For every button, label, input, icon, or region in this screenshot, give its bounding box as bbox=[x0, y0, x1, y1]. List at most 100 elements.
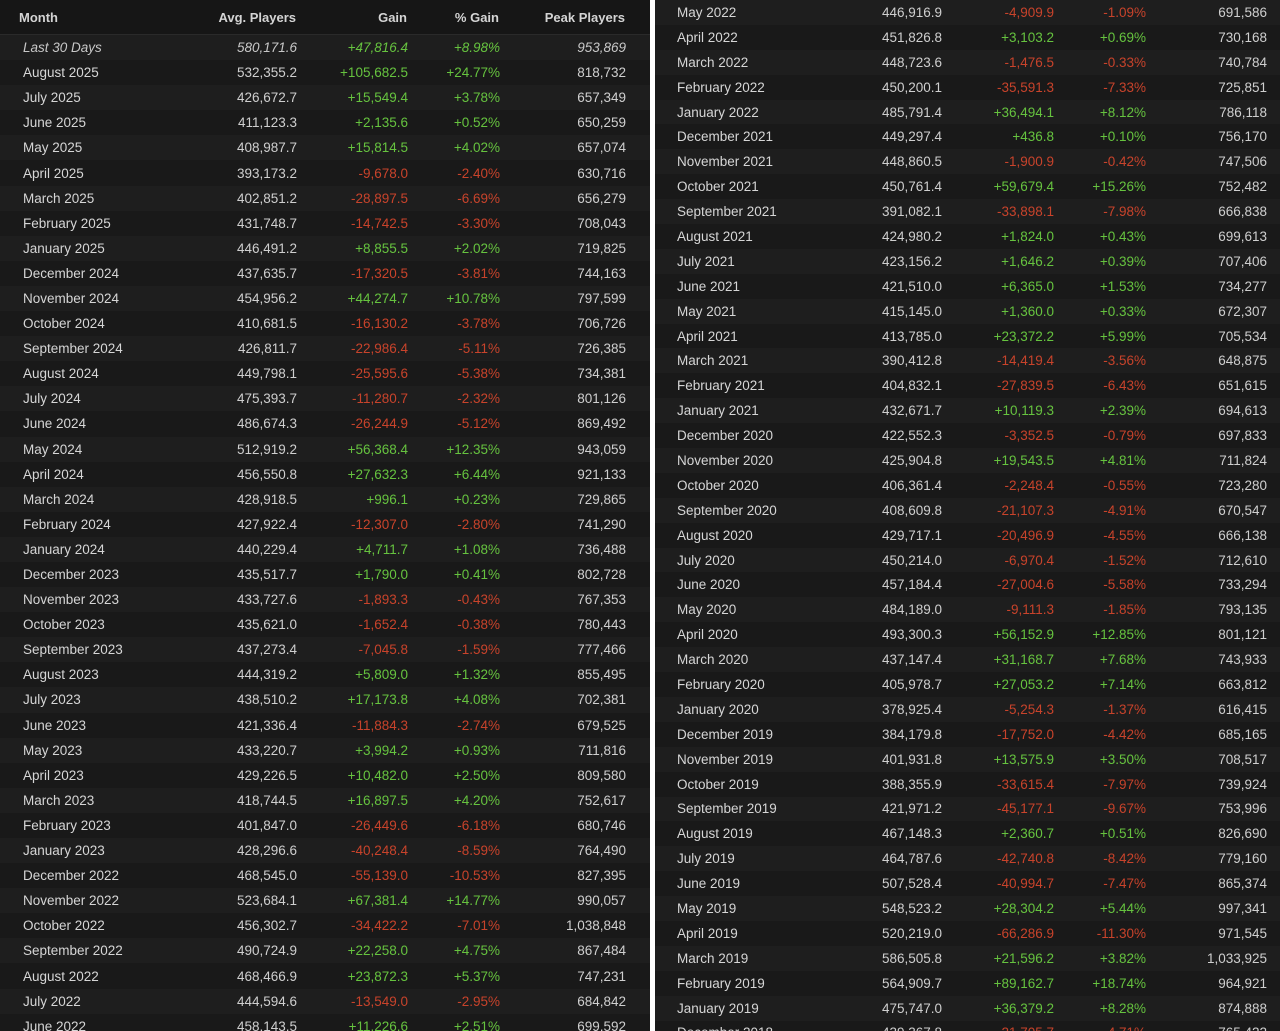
gain-cell: -35,591.3 bbox=[942, 74, 1054, 100]
gain-cell: -33,898.1 bbox=[942, 199, 1054, 225]
column-header-month[interactable]: Month bbox=[0, 0, 160, 35]
avg-players-cell: 456,302.7 bbox=[160, 913, 297, 939]
pct-gain-cell: -6.69% bbox=[408, 185, 500, 211]
avg-players-cell: 422,552.3 bbox=[820, 423, 942, 449]
month-cell: July 2020 bbox=[655, 547, 820, 573]
month-cell: January 2020 bbox=[655, 696, 820, 722]
gain-cell: -26,244.9 bbox=[297, 411, 408, 437]
peak-players-cell: 734,381 bbox=[500, 361, 626, 387]
right-stats-panel: May 2022 446,916.9 -4,909.9 -1.09% 691,586 Ap… bbox=[655, 0, 1280, 1031]
gain-cell: -11,884.3 bbox=[297, 712, 408, 738]
table-row: August 2022 468,466.9 +23,872.3 +5.37% 747,2… bbox=[0, 963, 650, 989]
avg-players-cell: 564,909.7 bbox=[820, 970, 942, 996]
table-row: June 2021 421,510.0 +6,365.0 +1.53% 734,277 bbox=[655, 273, 1280, 299]
table-row: July 2020 450,214.0 -6,970.4 -1.52% 712,610 bbox=[655, 547, 1280, 573]
gain-cell: +10,482.0 bbox=[297, 762, 408, 788]
column-header-gain[interactable]: Gain bbox=[297, 0, 408, 35]
month-cell: January 2023 bbox=[0, 838, 160, 864]
month-cell: November 2024 bbox=[0, 285, 160, 312]
table-row: October 2021 450,761.4 +59,679.4 +15.26% 752… bbox=[655, 174, 1280, 200]
player-stats-table-right: May 2022 446,916.9 -4,909.9 -1.09% 691,586 Ap… bbox=[655, 0, 1280, 1031]
gain-cell: +22,258.0 bbox=[297, 938, 408, 964]
table-row: April 2021 413,785.0 +23,372.2 +5.99% 705,53… bbox=[655, 323, 1280, 349]
month-cell: November 2019 bbox=[655, 746, 820, 772]
gain-cell: +19,543.5 bbox=[942, 448, 1054, 473]
peak-players-cell: 747,506 bbox=[1146, 149, 1267, 175]
gain-cell: +17,173.8 bbox=[297, 687, 408, 713]
gain-cell: -11,280.7 bbox=[297, 386, 408, 412]
avg-players-cell: 406,361.4 bbox=[820, 472, 942, 498]
pct-gain-cell: -3.81% bbox=[408, 260, 500, 286]
month-cell: August 2023 bbox=[0, 662, 160, 688]
avg-players-cell: 438,510.2 bbox=[160, 687, 297, 713]
pct-gain-cell: +0.39% bbox=[1054, 248, 1146, 274]
peak-players-cell: 777,466 bbox=[500, 637, 626, 663]
gain-cell: -22,986.4 bbox=[297, 336, 408, 362]
peak-players-cell: 874,888 bbox=[1146, 995, 1267, 1021]
peak-players-cell: 964,921 bbox=[1146, 970, 1267, 996]
table-row: July 2021 423,156.2 +1,646.2 +0.39% 707,406 bbox=[655, 248, 1280, 274]
gain-cell: +36,494.1 bbox=[942, 99, 1054, 125]
gain-cell: +21,596.2 bbox=[942, 945, 1054, 971]
table-row: September 2019 421,971.2 -45,177.1 -9.67% 75… bbox=[655, 796, 1280, 822]
gain-cell: +56,368.4 bbox=[297, 436, 408, 462]
gain-cell: -45,177.1 bbox=[942, 796, 1054, 822]
gain-cell: -16,130.2 bbox=[297, 311, 408, 337]
avg-players-cell: 408,609.8 bbox=[820, 497, 942, 523]
month-cell: July 2025 bbox=[0, 85, 160, 111]
avg-players-cell: 439,367.8 bbox=[820, 1020, 942, 1031]
gain-cell: +44,274.7 bbox=[297, 285, 408, 312]
column-header-peak-players[interactable]: Peak Players bbox=[500, 0, 626, 35]
gain-cell: +15,549.4 bbox=[297, 85, 408, 111]
pct-gain-cell: +18.74% bbox=[1054, 970, 1146, 996]
pct-gain-cell: -1.85% bbox=[1054, 597, 1146, 623]
pct-gain-cell: -5.11% bbox=[408, 336, 500, 362]
avg-players-cell: 405,978.7 bbox=[820, 672, 942, 697]
avg-players-cell: 421,336.4 bbox=[160, 712, 297, 738]
pct-gain-cell: +2.51% bbox=[408, 1013, 500, 1031]
peak-players-cell: 657,074 bbox=[500, 135, 626, 161]
peak-players-cell: 699,592 bbox=[500, 1013, 626, 1031]
avg-players-cell: 450,200.1 bbox=[820, 74, 942, 100]
pct-gain-cell: -7.33% bbox=[1054, 74, 1146, 100]
table-row: April 2024 456,550.8 +27,632.3 +6.44% 921,13… bbox=[0, 461, 650, 487]
pct-gain-cell: +4.08% bbox=[408, 687, 500, 713]
gain-cell: -66,286.9 bbox=[942, 920, 1054, 946]
peak-players-cell: 697,833 bbox=[1146, 423, 1267, 449]
peak-players-cell: 723,280 bbox=[1146, 472, 1267, 498]
gain-cell: +10,119.3 bbox=[942, 398, 1054, 424]
table-row: May 2019 548,523.2 +28,304.2 +5.44% 997,341 bbox=[655, 896, 1280, 921]
pct-gain-cell: +0.69% bbox=[1054, 24, 1146, 50]
peak-players-cell: 1,038,848 bbox=[500, 913, 626, 939]
month-cell: March 2025 bbox=[0, 185, 160, 211]
month-cell: May 2022 bbox=[655, 0, 820, 25]
gain-cell: -3,352.5 bbox=[942, 423, 1054, 449]
pct-gain-cell: +1.53% bbox=[1054, 273, 1146, 299]
left-stats-panel: Month Avg. Players Gain % Gain Peak Play… bbox=[0, 0, 650, 1031]
gain-cell: +2,360.7 bbox=[942, 821, 1054, 847]
peak-players-cell: 656,279 bbox=[500, 185, 626, 211]
pct-gain-cell: +12.35% bbox=[408, 436, 500, 462]
month-cell: September 2022 bbox=[0, 938, 160, 964]
pct-gain-cell: +7.68% bbox=[1054, 647, 1146, 673]
pct-gain-cell: -1.09% bbox=[1054, 0, 1146, 25]
gain-cell: +11,226.6 bbox=[297, 1013, 408, 1031]
peak-players-cell: 753,996 bbox=[1146, 796, 1267, 822]
month-cell: December 2024 bbox=[0, 260, 160, 286]
table-row: November 2024 454,956.2 +44,274.7 +10.78% 79… bbox=[0, 285, 650, 312]
column-header-avg-players[interactable]: Avg. Players bbox=[160, 0, 297, 35]
avg-players-cell: 429,717.1 bbox=[820, 522, 942, 548]
avg-players-cell: 490,724.9 bbox=[160, 938, 297, 964]
table-row: December 2019 384,179.8 -17,752.0 -4.42% 685… bbox=[655, 721, 1280, 747]
column-header-pct-gain[interactable]: % Gain bbox=[408, 0, 500, 35]
peak-players-cell: 739,924 bbox=[1146, 771, 1267, 797]
table-row: July 2022 444,594.6 -13,549.0 -2.95% 684,842 bbox=[0, 988, 650, 1014]
pct-gain-cell: -7.47% bbox=[1054, 871, 1146, 897]
peak-players-cell: 699,613 bbox=[1146, 224, 1267, 249]
month-cell: November 2023 bbox=[0, 587, 160, 613]
month-cell: September 2024 bbox=[0, 336, 160, 362]
avg-players-cell: 428,296.6 bbox=[160, 838, 297, 864]
month-cell: January 2025 bbox=[0, 235, 160, 261]
avg-players-cell: 404,832.1 bbox=[820, 373, 942, 399]
table-row: August 2024 449,798.1 -25,595.6 -5.38% 734,3… bbox=[0, 361, 650, 387]
